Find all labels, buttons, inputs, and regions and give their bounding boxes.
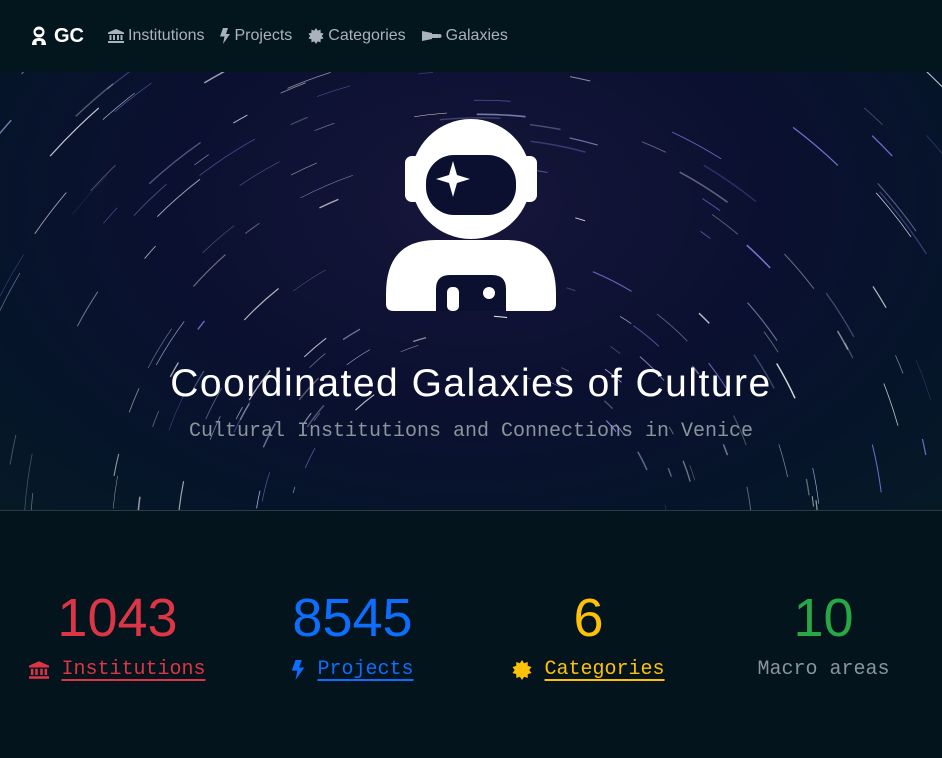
brand-text: GC: [54, 24, 84, 47]
certificate-icon: [512, 659, 532, 680]
bolt-icon: [292, 659, 305, 680]
hero-banner: Coordinated Galaxies of Culture Cultural…: [0, 72, 942, 511]
nav-link-institutions[interactable]: Institutions: [108, 27, 204, 45]
nav-link-categories[interactable]: Categories: [308, 27, 406, 45]
astronaut-icon: [32, 26, 46, 45]
stat-categories: 6 Categories: [471, 586, 706, 681]
landmark-icon: [108, 29, 124, 43]
stat-value: 6: [573, 588, 604, 648]
nav-links: Institutions Projects Categories Galaxie…: [108, 27, 524, 45]
stat-value: 8545: [292, 588, 413, 648]
institutions-link[interactable]: Institutions: [61, 658, 205, 681]
hero-title: Coordinated Galaxies of Culture: [170, 362, 772, 405]
stat-macro-areas: 10 Macro areas: [706, 586, 941, 681]
brand-link[interactable]: GC: [30, 25, 84, 48]
astronaut-icon: [386, 119, 556, 311]
stat-value: 10: [793, 588, 854, 648]
categories-link[interactable]: Categories: [544, 658, 664, 681]
macro-areas-label: Macro areas: [757, 658, 890, 681]
landmark-icon: [29, 660, 50, 679]
certificate-icon: [308, 28, 324, 44]
nav-link-projects[interactable]: Projects: [220, 27, 292, 45]
stats-section: 1043 Institutions 8545 Projects 6 Catego…: [0, 511, 942, 758]
hero-subtitle: Cultural Institutions and Connections in…: [188, 420, 754, 443]
satellite-dish-icon: [421, 31, 442, 41]
stat-value: 1043: [57, 588, 178, 648]
projects-link[interactable]: Projects: [317, 658, 413, 681]
stat-projects: 8545 Projects: [235, 586, 470, 681]
bolt-icon: [220, 28, 231, 44]
nav-link-galaxies[interactable]: Galaxies: [421, 27, 508, 45]
stat-institutions: 1043 Institutions: [0, 586, 235, 681]
navbar: GC Institutions Projects Categories Gala…: [0, 0, 942, 72]
